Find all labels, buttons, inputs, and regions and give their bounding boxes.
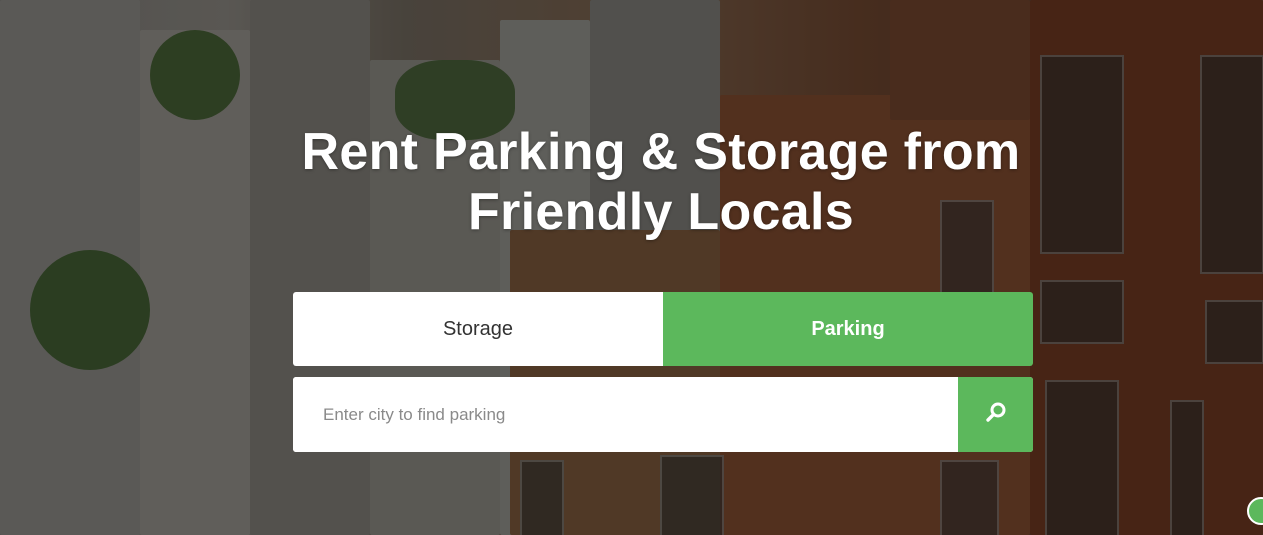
- hero-headline: Rent Parking & Storage from Friendly Loc…: [301, 123, 1021, 241]
- hero-section: Rent Parking & Storage from Friendly Loc…: [0, 0, 1263, 535]
- tab-parking[interactable]: Parking: [663, 292, 1033, 366]
- hero-content: Rent Parking & Storage from Friendly Loc…: [0, 0, 1263, 535]
- city-search-input[interactable]: [293, 377, 958, 452]
- tab-storage[interactable]: Storage: [293, 292, 663, 366]
- search-icon: [985, 401, 1007, 428]
- search-bar: [293, 377, 1033, 452]
- listing-type-tabs: Storage Parking: [293, 292, 1033, 366]
- search-button[interactable]: [958, 377, 1033, 452]
